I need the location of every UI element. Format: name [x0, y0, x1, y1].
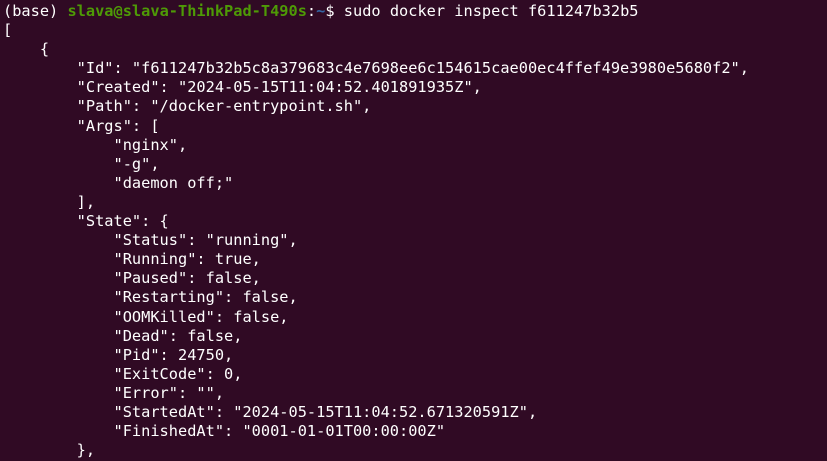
output-line: ],	[3, 192, 96, 211]
output-line: "Args": [	[3, 116, 160, 135]
terminal-window[interactable]: (base) slava@slava-ThinkPad-T490s:~$ sud…	[0, 0, 827, 461]
command-text: sudo docker inspect f611247b32b5	[343, 2, 639, 20]
output-line: "OOMKilled": false,	[3, 307, 289, 326]
output-line: "-g",	[3, 154, 160, 173]
output-line: "Id": "f611247b32b5c8a379683c4e7698ee6c1…	[3, 59, 749, 78]
output-line: "FinishedAt": "0001-01-01T00:00:00Z"	[3, 422, 446, 441]
prompt-line: (base) slava@slava-ThinkPad-T490s:~$ sud…	[3, 2, 827, 21]
output-line: "Dead": false,	[3, 326, 243, 345]
output-line: "Paused": false,	[3, 269, 261, 288]
prompt-symbol: $	[325, 2, 344, 20]
prompt-path: ~	[316, 2, 326, 20]
prompt-env: (base)	[3, 2, 68, 20]
output-line: "Pid": 24750,	[3, 345, 234, 364]
prompt-user-host: slava@slava-ThinkPad-T490s	[67, 2, 307, 20]
output-line: "StartedAt": "2024-05-15T11:04:52.671320…	[3, 402, 538, 421]
prompt-separator: :	[306, 2, 317, 20]
output-line: {	[3, 40, 50, 59]
output-line: [	[3, 21, 13, 40]
output-line: "Created": "2024-05-15T11:04:52.40189193…	[3, 78, 482, 97]
output-line: "State": {	[3, 212, 169, 231]
output-line: "ExitCode": 0,	[3, 364, 243, 383]
output-line: "Restarting": false,	[3, 288, 298, 307]
output-line: "Path": "/docker-entrypoint.sh",	[3, 97, 372, 116]
output-line: },	[3, 441, 96, 460]
output-line: "Error": "",	[3, 383, 225, 402]
output-line: "Status": "running",	[3, 231, 298, 250]
output-line: "Running": true,	[3, 250, 261, 269]
output-line: "daemon off;"	[3, 173, 234, 192]
output-line: "nginx",	[3, 135, 188, 154]
